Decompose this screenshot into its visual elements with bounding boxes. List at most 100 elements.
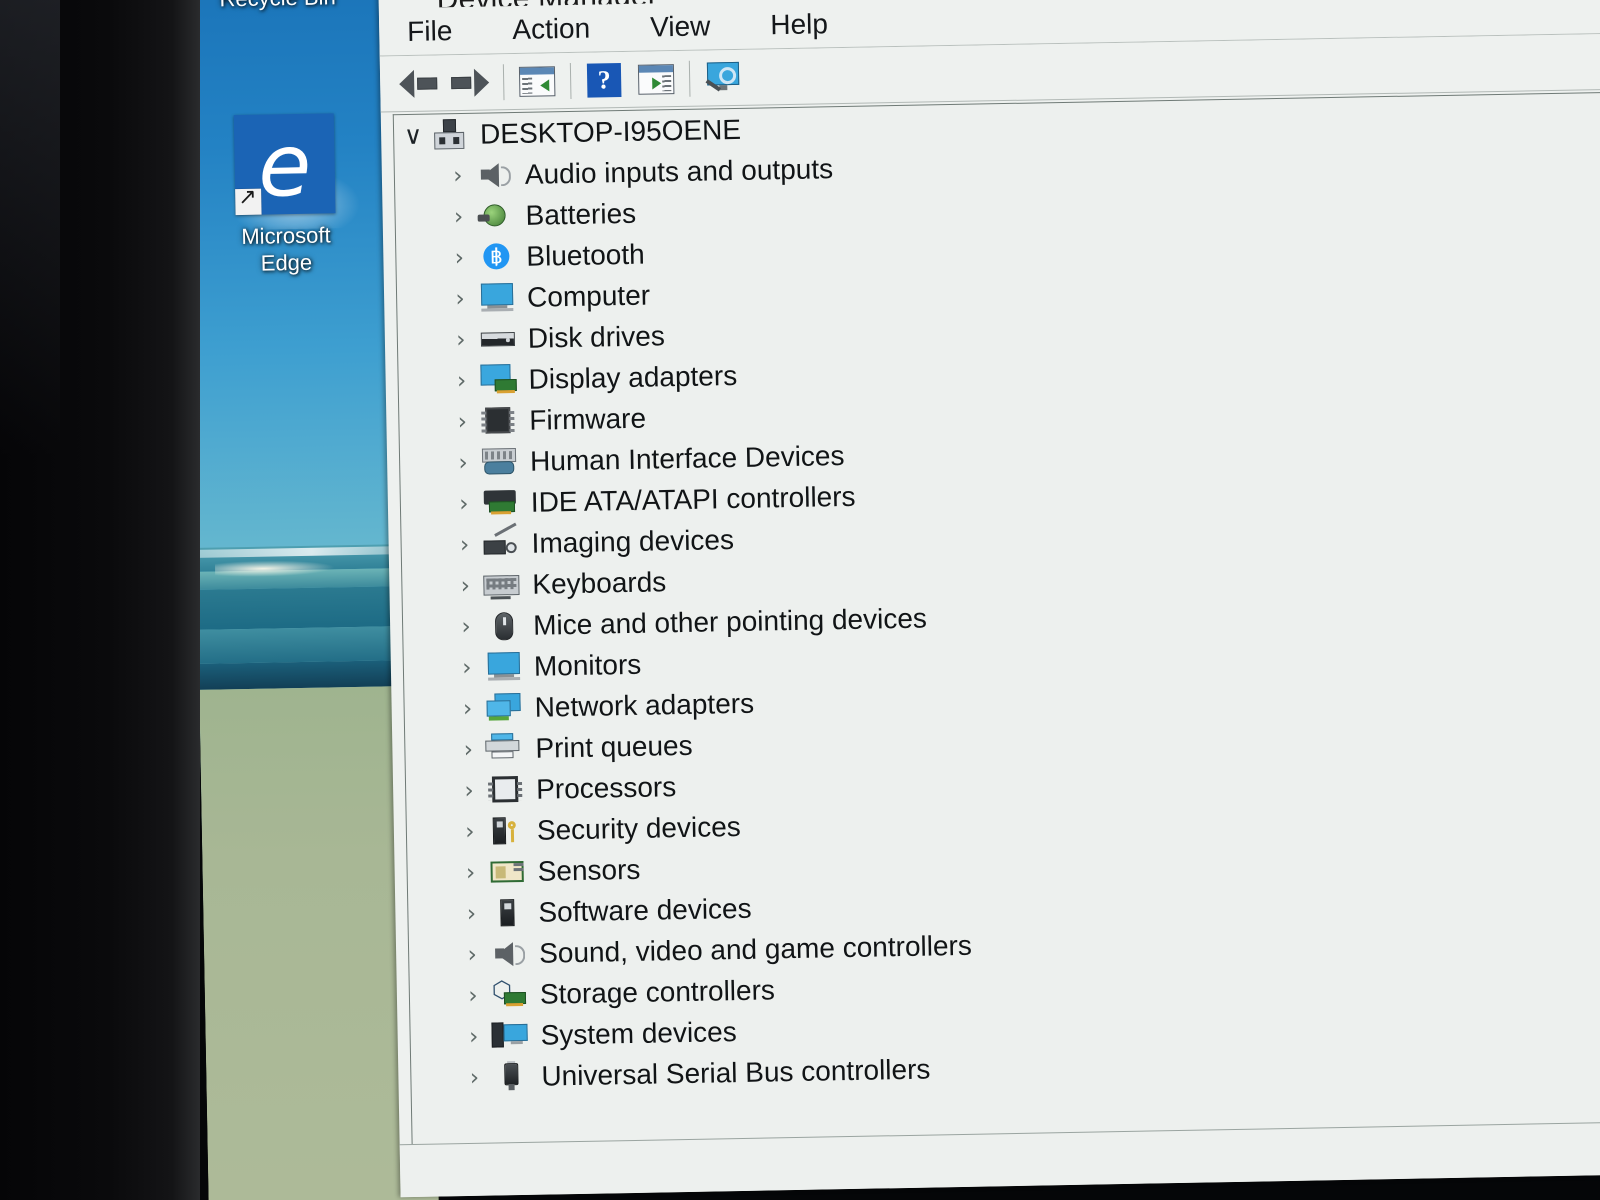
device-manager-window: Device Manager File Action View Help [377,0,1600,1198]
edge-label-line2: Edge [260,249,313,276]
menu-item-view[interactable]: View [644,8,717,45]
show-hide-console-tree-button[interactable] [511,59,564,104]
screen-photo: Recycle Bin e Microsoft Edge Device Mana… [0,0,1600,1200]
mouse-icon [483,609,524,642]
console-tree-icon [518,65,556,97]
recycle-bin-label: Recycle Bin [219,0,336,11]
tree-node-label: Audio inputs and outputs [524,152,834,190]
security-key-icon [487,814,528,847]
speaker-icon [475,159,516,192]
chevron-right-icon[interactable]: › [443,285,477,312]
tree-node-label: Security devices [536,810,742,846]
menu-item-file[interactable]: File [401,13,459,50]
chevron-right-icon[interactable]: › [450,654,484,681]
screen-content: Recycle Bin e Microsoft Edge Device Mana… [186,0,1600,1200]
chevron-right-icon[interactable]: › [456,982,490,1009]
tree-node-label: Firmware [529,402,647,436]
system-device-icon [490,1019,531,1052]
tree-node-label: Display adapters [528,359,738,395]
printer-icon [485,732,526,765]
properties-button[interactable] [630,56,683,101]
chevron-right-icon[interactable]: › [444,367,478,394]
computer-node-icon [430,118,471,151]
toolbar-separator [502,63,505,100]
tree-node-label: Processors [535,770,677,805]
chevron-right-icon[interactable]: › [451,736,485,763]
firmware-chip-icon [479,404,520,437]
wallpaper-foam-splash [214,559,336,578]
sensor-icon [487,855,528,888]
chevron-right-icon[interactable]: › [455,941,489,968]
toolbar-separator [688,60,691,97]
chevron-right-icon[interactable]: › [449,613,483,640]
properties-pane-icon [637,63,675,95]
help-question-icon: ? [586,62,622,98]
tree-root-label: DESKTOP-I95OENE [479,113,742,150]
software-device-icon [488,896,529,929]
tree-node-label: Software devices [538,892,752,928]
tree-node-label: Sound, video and game controllers [538,929,973,969]
network-adapter-icon [484,691,525,724]
device-tree[interactable]: ∨ DESKTOP-I95OENE › Audio inputs and out… [392,90,1600,1146]
help-button[interactable]: ? [578,57,631,102]
scan-monitor-icon [703,61,744,94]
monitor-icon [477,281,518,314]
tree-node-label: Storage controllers [539,973,776,1010]
chevron-right-icon[interactable]: › [442,244,476,271]
disk-drive-icon [478,322,519,355]
menu-item-action[interactable]: Action [506,10,596,48]
tree-node-label: Print queues [535,729,693,764]
arrow-right-icon [451,67,490,98]
forward-button[interactable] [444,60,497,105]
chevron-right-icon[interactable]: › [452,777,486,804]
hid-icon [480,445,521,478]
shortcut-arrow-icon [235,188,262,216]
chevron-right-icon[interactable]: › [447,531,481,558]
tree-node-label: Mice and other pointing devices [532,602,928,641]
tree-node-label: Universal Serial Bus controllers [541,1053,931,1092]
toolbar-separator [569,62,572,99]
edge-icon: e [233,113,336,217]
back-button[interactable] [392,61,445,106]
tree-node-label: Batteries [525,197,637,231]
desktop-icon-recycle-bin[interactable]: Recycle Bin [202,0,352,13]
chevron-right-icon[interactable]: › [453,818,487,845]
ide-controller-icon [481,486,522,519]
arrow-left-icon [398,68,438,99]
desktop-icon-microsoft-edge[interactable]: e Microsoft Edge [209,113,362,278]
chevron-right-icon[interactable]: › [446,449,480,476]
chevron-right-icon[interactable]: › [448,572,482,599]
tree-node-label: Computer [526,279,651,313]
bluetooth-icon: ฿ [476,240,517,273]
chevron-right-icon[interactable]: › [450,695,484,722]
chevron-right-icon[interactable]: › [441,203,475,230]
imaging-camera-icon [481,522,522,560]
tree-node-label: System devices [540,1015,737,1051]
speaker-icon [489,937,530,970]
monitor-bezel [0,0,200,1200]
edge-label-line1: Microsoft [241,222,331,250]
battery-icon [475,200,516,233]
chevron-right-icon[interactable]: › [456,1023,490,1050]
chevron-right-icon[interactable]: › [457,1064,491,1091]
tree-node-label: Disk drives [527,319,666,354]
chevron-right-icon[interactable]: › [441,162,475,189]
tree-node-label: Human Interface Devices [529,439,845,477]
monitor-icon [484,650,525,683]
chevron-right-icon[interactable]: › [447,490,481,517]
tree-node-label: Network adapters [534,687,755,723]
processor-icon [486,773,527,806]
scan-for-hardware-changes-button[interactable] [697,55,750,100]
chevron-right-icon[interactable]: › [454,900,488,927]
display-adapter-icon [478,363,519,396]
chevron-down-icon[interactable]: ∨ [396,121,431,151]
chevron-right-icon[interactable]: › [453,859,487,886]
keyboard-icon [482,568,523,601]
tree-node-label: Imaging devices [531,523,735,559]
tree-node-label: Monitors [533,648,642,682]
chevron-right-icon[interactable]: › [445,408,479,435]
menu-item-help[interactable]: Help [764,6,834,43]
chevron-right-icon[interactable]: › [444,326,478,353]
tree-node-label: IDE ATA/ATAPI controllers [530,480,856,518]
tree-node-label: Keyboards [532,565,667,600]
